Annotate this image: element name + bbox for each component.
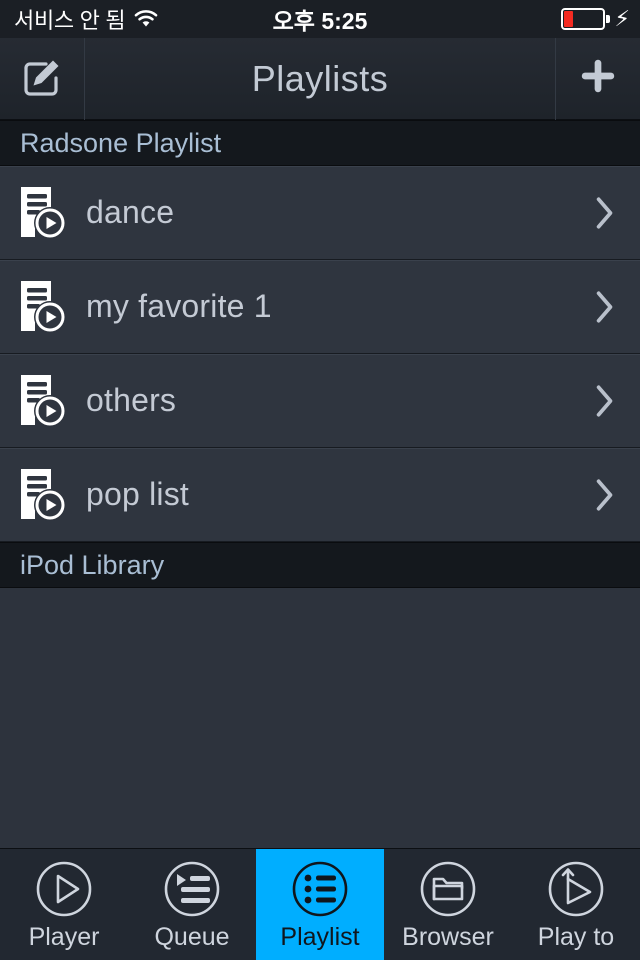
page-title: Playlists — [251, 57, 389, 99]
tab-label: Playlist — [280, 923, 360, 951]
play-circle-icon — [34, 859, 94, 919]
tab-bar: Player Queue Playlist Browser Play to — [0, 848, 640, 960]
chevron-right-icon[interactable] — [570, 382, 640, 420]
play-to-icon — [546, 859, 606, 919]
playlist-play-icon — [0, 373, 86, 429]
table-row[interactable]: others — [0, 354, 640, 448]
chevron-right-icon[interactable] — [570, 288, 640, 326]
tab-queue[interactable]: Queue — [128, 849, 256, 960]
tab-player[interactable]: Player — [0, 849, 128, 960]
tab-browser[interactable]: Browser — [384, 849, 512, 960]
tab-label: Browser — [402, 923, 494, 951]
playlist-list: dance my favorite 1 others pop list — [0, 166, 640, 542]
playlist-play-icon — [0, 279, 86, 335]
playlist-play-icon — [0, 185, 86, 241]
tab-label: Player — [28, 923, 100, 951]
edit-pencil-icon — [20, 54, 64, 103]
playlist-name: dance — [86, 194, 175, 230]
plus-icon — [577, 55, 619, 102]
playlist-name: my favorite 1 — [86, 288, 272, 324]
table-row[interactable]: dance — [0, 166, 640, 260]
folder-icon — [418, 859, 478, 919]
playlist-name: others — [86, 382, 177, 418]
table-row[interactable]: my favorite 1 — [0, 260, 640, 354]
tab-label: Queue — [154, 923, 230, 951]
tab-playlist[interactable]: Playlist — [256, 849, 384, 960]
empty-library-area — [0, 588, 640, 857]
battery-low-icon — [560, 8, 610, 30]
app-screen: 서비스 안 됨 오후 5:25 ⚡ Playlists Radsone Play… — [0, 0, 640, 960]
playlist-play-icon — [0, 467, 86, 523]
tab-play-to[interactable]: Play to — [512, 849, 640, 960]
clock-label: 오후 5:25 — [272, 8, 368, 34]
chevron-right-icon[interactable] — [570, 194, 640, 232]
status-bar: 서비스 안 됨 오후 5:25 ⚡ — [0, 0, 640, 38]
section-header-radsone: Radsone Playlist — [0, 120, 640, 166]
playlist-list-icon — [290, 859, 350, 919]
chevron-right-icon[interactable] — [570, 476, 640, 514]
edit-button[interactable] — [0, 37, 85, 120]
nav-bar: Playlists — [0, 37, 640, 120]
playlist-name: pop list — [86, 476, 189, 512]
queue-list-icon — [162, 859, 222, 919]
section-header-ipod-library: iPod Library — [0, 542, 640, 588]
table-row[interactable]: pop list — [0, 448, 640, 542]
add-playlist-button[interactable] — [555, 37, 640, 120]
tab-label: Play to — [537, 923, 615, 951]
